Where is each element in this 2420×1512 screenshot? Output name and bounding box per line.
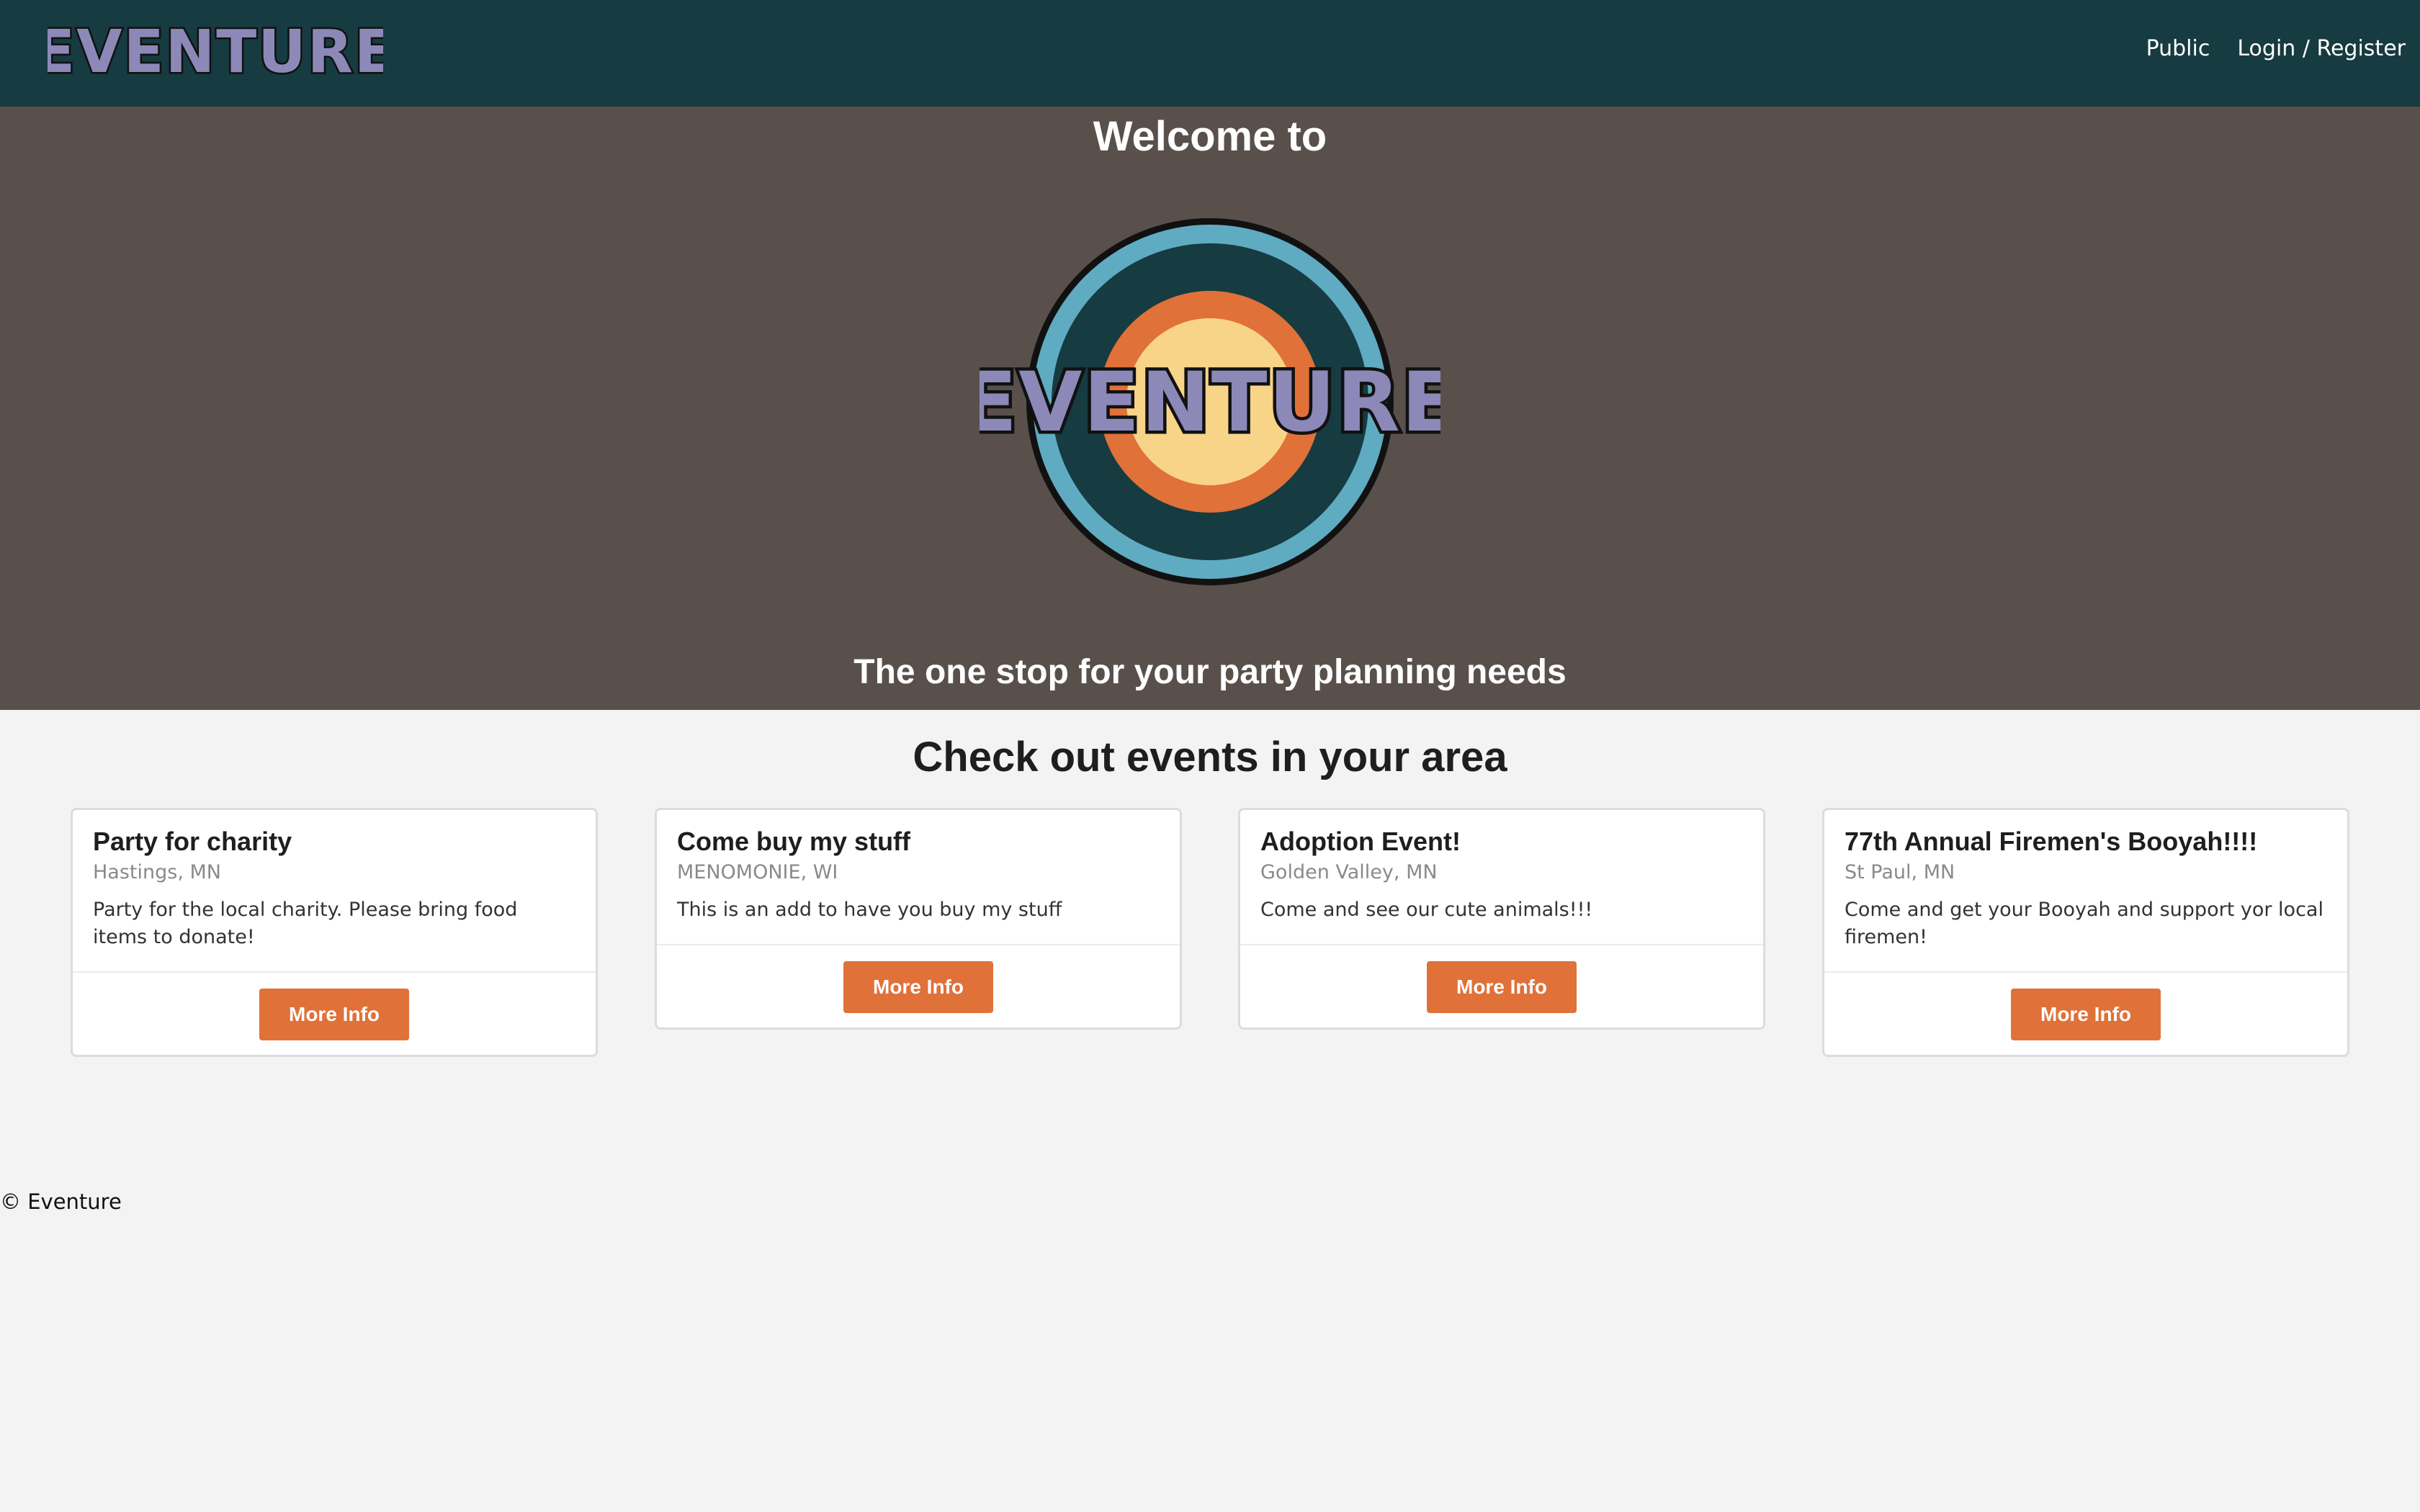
event-card: Adoption Event! Golden Valley, MN Come a… bbox=[1238, 808, 1765, 1030]
more-info-button[interactable]: More Info bbox=[259, 988, 409, 1040]
event-card-body: Come buy my stuff MENOMONIE, WI This is … bbox=[657, 810, 1180, 944]
event-card: 77th Annual Firemen's Booyah!!!! St Paul… bbox=[1822, 808, 2349, 1057]
event-card-description: Party for the local charity. Please brin… bbox=[93, 899, 518, 948]
event-card-footer: More Info bbox=[1240, 943, 1763, 1027]
event-card: Come buy my stuff MENOMONIE, WI This is … bbox=[655, 808, 1182, 1030]
event-card-description: Come and see our cute animals!!! bbox=[1260, 899, 1593, 922]
event-card-body: Adoption Event! Golden Valley, MN Come a… bbox=[1240, 810, 1763, 944]
event-card: Party for charity Hastings, MN Party for… bbox=[71, 808, 598, 1057]
footer-copyright: © Eventure bbox=[0, 1189, 122, 1214]
more-info-button[interactable]: More Info bbox=[1427, 960, 1577, 1013]
event-card-description: This is an add to have you buy my stuff bbox=[677, 899, 1062, 922]
hero-tagline: The one stop for your party planning nee… bbox=[853, 653, 1567, 691]
hero-logo-wordmark: EVENTURE bbox=[980, 354, 1440, 450]
hero-eventure-logo: EVENTURE bbox=[980, 218, 1440, 585]
hero-section: Welcome to EVENTURE The one stop for you… bbox=[0, 107, 2420, 710]
event-card-footer: More Info bbox=[1824, 971, 2347, 1055]
event-card-location: MENOMONIE, WI bbox=[677, 861, 838, 884]
event-card-footer: More Info bbox=[73, 971, 596, 1055]
event-card-location: Hastings, MN bbox=[93, 861, 221, 884]
logo-wordmark: EVENTURE bbox=[48, 19, 383, 85]
more-info-button[interactable]: More Info bbox=[843, 960, 993, 1013]
nav-link-login-register[interactable]: Login / Register bbox=[2237, 36, 2406, 61]
eventure-logo[interactable]: EVENTURE bbox=[48, 19, 383, 85]
event-card-body: 77th Annual Firemen's Booyah!!!! St Paul… bbox=[1824, 810, 2347, 971]
event-card-location: St Paul, MN bbox=[1845, 861, 1955, 884]
event-card-location: Golden Valley, MN bbox=[1260, 861, 1438, 884]
nav-link-public[interactable]: Public bbox=[2146, 36, 2210, 61]
event-card-footer: More Info bbox=[657, 943, 1180, 1027]
nav-links: Public Login / Register bbox=[2146, 36, 2406, 61]
hero-welcome-heading: Welcome to bbox=[1093, 113, 1327, 160]
event-card-description: Come and get your Booyah and support yor… bbox=[1845, 899, 2323, 948]
navbar: EVENTURE Public Login / Register bbox=[0, 0, 2420, 107]
event-card-body: Party for charity Hastings, MN Party for… bbox=[73, 810, 596, 971]
events-heading: Check out events in your area bbox=[913, 734, 1507, 780]
event-card-title: 77th Annual Firemen's Booyah!!!! bbox=[1845, 827, 2258, 856]
event-card-title: Adoption Event! bbox=[1260, 827, 1461, 856]
event-card-title: Come buy my stuff bbox=[677, 827, 911, 856]
more-info-button[interactable]: More Info bbox=[2011, 988, 2161, 1040]
event-card-title: Party for charity bbox=[93, 827, 292, 856]
